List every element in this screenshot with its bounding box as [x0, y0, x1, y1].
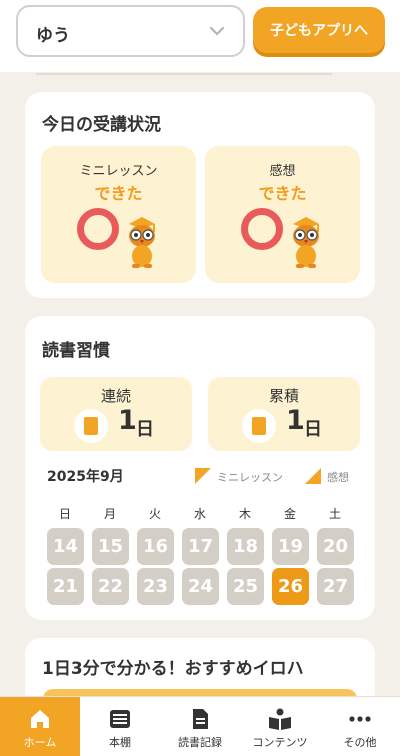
weekday-label: 日	[58, 507, 71, 521]
weekday-label: 土	[328, 507, 341, 521]
calendar-day[interactable]: 21	[47, 568, 84, 605]
calendar-day[interactable]: 18	[227, 528, 264, 565]
book-icon	[242, 409, 276, 443]
weekday-label: 月	[103, 507, 116, 521]
streak-value: 1	[118, 405, 137, 436]
kids-app-button[interactable]: 子どもアプリへ	[253, 7, 385, 53]
legend-impression-label: 感想	[327, 471, 349, 484]
total-unit: 日	[304, 419, 322, 440]
tab-reading-record-label: 読書記録	[178, 736, 222, 749]
calendar-day[interactable]: 24	[182, 568, 219, 605]
calendar-day[interactable]: 27	[317, 568, 354, 605]
tab-reading-record[interactable]: 読書記録	[160, 697, 240, 756]
tab-bookshelf[interactable]: 本棚	[80, 697, 160, 756]
home-icon	[31, 710, 49, 728]
top-bar: ゆう 子どもアプリへ	[0, 0, 400, 75]
calendar-month: 2025年9月	[47, 469, 124, 485]
bookshelf-icon	[110, 710, 130, 728]
mini-lesson-legend-icon	[195, 468, 211, 484]
legend-mini-lesson-label: ミニレッスン	[217, 471, 283, 484]
mini-lesson-status-tile: ミニレッスン できた	[41, 146, 196, 283]
today-status-title: 今日の受講状況	[42, 115, 161, 135]
total-value: 1	[286, 405, 305, 436]
calendar-day[interactable]: 23	[137, 568, 174, 605]
done-circle-icon	[241, 208, 283, 250]
tab-contents-label: コンテンツ	[252, 736, 308, 749]
chevron-down-icon	[209, 26, 225, 36]
reading-habit-title: 読書習慣	[42, 341, 110, 361]
calendar-day[interactable]: 17	[182, 528, 219, 565]
tab-bookshelf-label: 本棚	[109, 736, 131, 749]
streak-label: 連続	[100, 387, 131, 405]
calendar-day-today[interactable]: 26	[272, 568, 309, 605]
weekday-label: 火	[148, 507, 161, 521]
child-select[interactable]: ゆう	[16, 5, 245, 57]
bottom-tab-bar: ホーム 本棚 読書記録 コンテンツ その他	[0, 696, 400, 756]
mini-lesson-label: ミニレッスン	[79, 164, 158, 179]
book-icon	[74, 409, 108, 443]
document-icon	[193, 709, 208, 729]
calendar-day[interactable]: 25	[227, 568, 264, 605]
owl-mascot-icon	[293, 217, 319, 268]
calendar-day[interactable]: 22	[92, 568, 129, 605]
child-select-value: ゆう	[36, 26, 70, 46]
calendar-day[interactable]: 14	[47, 528, 84, 565]
calendar-day[interactable]: 19	[272, 528, 309, 565]
impression-label: 感想	[269, 164, 296, 179]
tab-more[interactable]: その他	[320, 697, 400, 756]
streak-unit: 日	[136, 419, 154, 440]
total-label: 累積	[268, 387, 299, 405]
divider	[36, 73, 332, 75]
tab-contents[interactable]: コンテンツ	[240, 697, 320, 756]
recommend-title: 1日3分で分かる！おすすめイロハ	[42, 659, 304, 679]
reading-habit-card: 読書習慣 連続 1 日 累積 1 日 2025年9月 ミニレッスン 感想 日 月…	[25, 316, 375, 620]
total-tile: 累積 1 日	[208, 377, 360, 451]
today-status-card: 今日の受講状況 ミニレッスン できた 感想 できた	[25, 92, 375, 298]
weekday-label: 木	[238, 507, 251, 521]
impression-status-tile: 感想 できた	[205, 146, 360, 283]
tab-home[interactable]: ホーム	[0, 697, 80, 756]
tab-more-label: その他	[343, 736, 377, 749]
calendar-day[interactable]: 16	[137, 528, 174, 565]
calendar-day[interactable]: 20	[317, 528, 354, 565]
streak-tile: 連続 1 日	[40, 377, 192, 451]
tab-home-label: ホーム	[23, 736, 57, 749]
mini-lesson-done-text: できた	[94, 184, 143, 203]
weekday-label: 水	[193, 507, 206, 521]
calendar-day[interactable]: 15	[92, 528, 129, 565]
reader-book-icon	[269, 708, 291, 730]
impression-done-text: できた	[258, 184, 307, 203]
owl-mascot-icon	[129, 217, 155, 268]
done-circle-icon	[77, 208, 119, 250]
weekday-label: 金	[283, 507, 296, 521]
impression-legend-icon	[305, 468, 321, 484]
more-dots-icon	[349, 716, 371, 722]
